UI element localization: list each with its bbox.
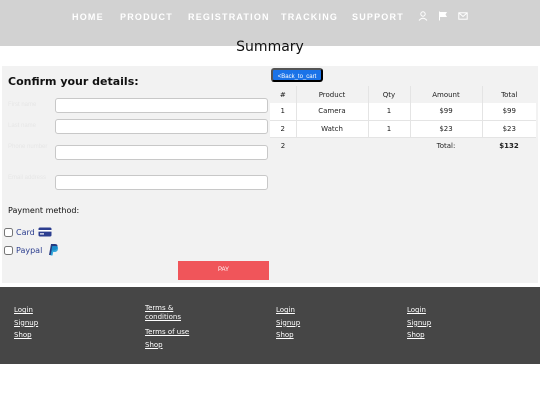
card-checkbox[interactable] [4, 228, 13, 237]
flag-icon[interactable] [438, 11, 448, 21]
footer-column: Login Signup Shop [14, 304, 94, 342]
nav-registration[interactable]: REGISTRATION [188, 12, 270, 22]
phone-number-field[interactable] [55, 145, 268, 160]
paypal-label[interactable]: Paypal [16, 246, 42, 255]
row-amount: $23 [410, 120, 483, 138]
header-total: Total [482, 86, 536, 103]
footer-signup-link[interactable]: Signup [407, 317, 487, 330]
total-label: Total: [410, 137, 482, 154]
footer-shop-link[interactable]: Shop [276, 329, 356, 342]
row-product: Watch [296, 120, 369, 138]
card-label[interactable]: Card [16, 228, 35, 237]
order-table: # Product Qty Amount Total 1 Camera 1 $9… [270, 86, 536, 154]
footer-column: Login Signup Shop [276, 304, 356, 342]
pay-button[interactable]: PAY [178, 261, 269, 280]
email-address-field[interactable] [55, 175, 268, 190]
header-number: # [270, 86, 297, 103]
footer-column: Terms & conditions Terms of use Shop [145, 304, 189, 351]
first-name-label: First name [8, 102, 37, 108]
nav-support[interactable]: SUPPORT [352, 12, 404, 22]
table-header-row: # Product Qty Amount Total [270, 86, 536, 103]
footer-signup-link[interactable]: Signup [14, 317, 94, 330]
footer-login-link[interactable]: Login [14, 304, 94, 317]
row-total: $23 [482, 120, 536, 138]
footer-terms-conditions-link[interactable]: Terms & conditions [145, 304, 189, 322]
header-product: Product [296, 86, 369, 103]
table-row: 1 Camera 1 $99 $99 [270, 103, 536, 121]
footer-shop-link[interactable]: Shop [14, 329, 94, 342]
nav-product[interactable]: PRODUCT [120, 12, 173, 22]
footer-login-link[interactable]: Login [407, 304, 487, 317]
row-product: Camera [296, 103, 369, 121]
table-row: 2 Watch 1 $23 $23 [270, 120, 536, 138]
credit-card-icon [38, 227, 52, 237]
header-qty: Qty [368, 86, 411, 103]
email-address-label: Email address [8, 175, 47, 181]
mail-icon[interactable] [458, 11, 468, 21]
row-qty: 1 [368, 120, 411, 138]
footer-signup-link[interactable]: Signup [276, 317, 356, 330]
nav-home[interactable]: HOME [72, 12, 104, 22]
last-name-field[interactable] [55, 119, 268, 134]
user-icon[interactable] [418, 11, 428, 21]
footer-shop-link[interactable]: Shop [407, 329, 487, 342]
row-number: 1 [270, 103, 297, 121]
row-qty: 1 [368, 103, 411, 121]
header-amount: Amount [410, 86, 483, 103]
row-amount: $99 [410, 103, 483, 121]
grand-total: $132 [482, 137, 536, 154]
item-count: 2 [270, 137, 296, 154]
table-total-row: 2 Total: $132 [270, 137, 536, 154]
footer-shop-link[interactable]: Shop [145, 339, 189, 352]
footer-login-link[interactable]: Login [276, 304, 356, 317]
last-name-label: Last name [8, 123, 37, 129]
footer-column: Login Signup Shop [407, 304, 487, 342]
row-number: 2 [270, 120, 297, 138]
nav-tracking[interactable]: TRACKING [281, 12, 338, 22]
back-to-cart-button[interactable]: <Back_to_cart [271, 68, 323, 82]
footer-terms-of-use-link[interactable]: Terms of use [145, 326, 225, 339]
paypal-checkbox[interactable] [4, 246, 13, 255]
phone-number-label: Phone number [8, 144, 48, 150]
first-name-field[interactable] [55, 98, 268, 113]
page-title: Summary [236, 39, 304, 55]
confirm-details-heading: Confirm your details: [8, 75, 139, 88]
row-total: $99 [482, 103, 536, 121]
payment-method-heading: Payment method: [8, 206, 80, 215]
paypal-icon [49, 244, 59, 256]
